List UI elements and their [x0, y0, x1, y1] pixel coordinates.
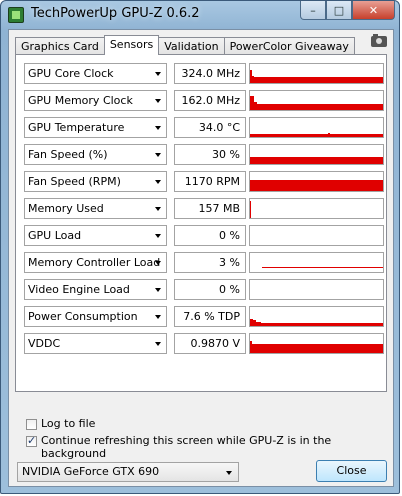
sensor-graph [249, 279, 384, 300]
sensor-row-memory-controller-load: Memory Controller Load 3 % [24, 252, 384, 275]
sensor-value: 162.0 MHz [174, 90, 246, 111]
sensor-graph [249, 63, 384, 84]
chevron-down-icon [155, 261, 161, 265]
gpu-select-value: NVIDIA GeForce GTX 690 [22, 465, 160, 478]
sensor-label-dropdown[interactable]: Memory Controller Load [24, 252, 167, 273]
sensor-label: Fan Speed (RPM) [28, 175, 121, 188]
sensor-graph [249, 225, 384, 246]
tab-graphics-card[interactable]: Graphics Card [15, 37, 105, 55]
sensor-label-dropdown[interactable]: Fan Speed (%) [24, 144, 167, 165]
close-button[interactable]: Close [316, 460, 387, 482]
log-to-file-checkbox[interactable] [26, 419, 37, 430]
sensor-value: 7.6 % TDP [174, 306, 246, 327]
sensor-value: 157 MB [174, 198, 246, 219]
sensor-label-dropdown[interactable]: GPU Core Clock [24, 63, 167, 84]
sensor-label-dropdown[interactable]: Video Engine Load [24, 279, 167, 300]
continue-refresh-label: Continue refreshing this screen while GP… [41, 434, 332, 460]
sensor-label-dropdown[interactable]: Power Consumption [24, 306, 167, 327]
chevron-down-icon [155, 180, 161, 184]
sensor-value: 324.0 MHz [174, 63, 246, 84]
chevron-down-icon [155, 153, 161, 157]
sensor-row-gpu-core-clock: GPU Core Clock 324.0 MHz [24, 63, 384, 86]
sensor-value: 0 % [174, 225, 246, 246]
tab-bar: Graphics Card Sensors Validation PowerCo… [15, 35, 355, 55]
sensor-graph [249, 117, 384, 138]
gpu-z-window: TechPowerUp GPU-Z 0.6.2 – □ ✕ Graphics C… [0, 0, 400, 494]
sensor-value: 3 % [174, 252, 246, 273]
close-window-button[interactable]: ✕ [352, 1, 395, 20]
sensor-label: GPU Memory Clock [28, 94, 133, 107]
sensor-value: 30 % [174, 144, 246, 165]
sensor-label: Fan Speed (%) [28, 148, 108, 161]
sensor-row-gpu-memory-clock: GPU Memory Clock 162.0 MHz [24, 90, 384, 113]
gpu-select-dropdown[interactable]: NVIDIA GeForce GTX 690 [17, 462, 239, 482]
tab-powercolor-giveaway[interactable]: PowerColor Giveaway [223, 37, 355, 55]
sensor-label: Memory Controller Load [28, 256, 161, 269]
sensor-graph [249, 198, 384, 219]
sensor-graph [249, 90, 384, 111]
sensor-label: Memory Used [28, 202, 104, 215]
sensor-label: VDDC [28, 337, 61, 350]
sensor-value: 34.0 °C [174, 117, 246, 138]
sensor-label-dropdown[interactable]: GPU Load [24, 225, 167, 246]
sensor-row-gpu-temperature: GPU Temperature 34.0 °C [24, 117, 384, 140]
sensor-label: Power Consumption [28, 310, 138, 323]
minimize-button[interactable]: – [300, 1, 326, 20]
chevron-down-icon [155, 288, 161, 292]
sensor-label-dropdown[interactable]: GPU Memory Clock [24, 90, 167, 111]
sensor-row-vddc: VDDC 0.9870 V [24, 333, 384, 356]
sensor-row-video-engine-load: Video Engine Load 0 % [24, 279, 384, 302]
sensor-row-fan-speed-percent: Fan Speed (%) 30 % [24, 144, 384, 167]
sensor-graph [249, 171, 384, 192]
sensor-value: 1170 RPM [174, 171, 246, 192]
chevron-down-icon [155, 207, 161, 211]
tab-validation[interactable]: Validation [158, 37, 225, 55]
sensor-row-memory-used: Memory Used 157 MB [24, 198, 384, 221]
sensor-label: Video Engine Load [28, 283, 130, 296]
sensor-label: GPU Load [28, 229, 82, 242]
chevron-down-icon [155, 99, 161, 103]
sensor-label-dropdown[interactable]: VDDC [24, 333, 167, 354]
maximize-button[interactable]: □ [326, 1, 352, 20]
sensor-value: 0.9870 V [174, 333, 246, 354]
sensor-row-power-consumption: Power Consumption 7.6 % TDP [24, 306, 384, 329]
chevron-down-icon [155, 315, 161, 319]
continue-refresh-checkbox[interactable] [26, 434, 37, 447]
client-area: Graphics Card Sensors Validation PowerCo… [8, 29, 394, 487]
chevron-down-icon [155, 234, 161, 238]
sensor-graph [249, 144, 384, 165]
log-to-file-label: Log to file [41, 417, 96, 430]
chevron-down-icon [155, 126, 161, 130]
sensor-label-dropdown[interactable]: Memory Used [24, 198, 167, 219]
window-controls: – □ ✕ [300, 1, 395, 21]
sensor-row-fan-speed-rpm: Fan Speed (RPM) 1170 RPM [24, 171, 384, 194]
chevron-down-icon [226, 471, 232, 475]
sensor-label-dropdown[interactable]: Fan Speed (RPM) [24, 171, 167, 192]
sensor-label: GPU Temperature [28, 121, 125, 134]
chevron-down-icon [155, 72, 161, 76]
sensor-graph [249, 252, 384, 273]
sensors-panel: GPU Core Clock 324.0 MHz GPU Memory Cloc… [15, 54, 387, 392]
sensor-row-gpu-load: GPU Load 0 % [24, 225, 384, 248]
chevron-down-icon [155, 342, 161, 346]
sensor-graph [249, 306, 384, 327]
sensor-label: GPU Core Clock [28, 67, 114, 80]
gpu-z-app-icon[interactable] [8, 7, 24, 23]
sensor-graph [249, 333, 384, 354]
tab-sensors[interactable]: Sensors [103, 35, 160, 55]
camera-icon[interactable] [371, 34, 387, 47]
sensor-value: 0 % [174, 279, 246, 300]
window-title: TechPowerUp GPU-Z 0.6.2 [31, 6, 200, 21]
title-bar[interactable]: TechPowerUp GPU-Z 0.6.2 – □ ✕ [1, 1, 401, 27]
sensor-label-dropdown[interactable]: GPU Temperature [24, 117, 167, 138]
